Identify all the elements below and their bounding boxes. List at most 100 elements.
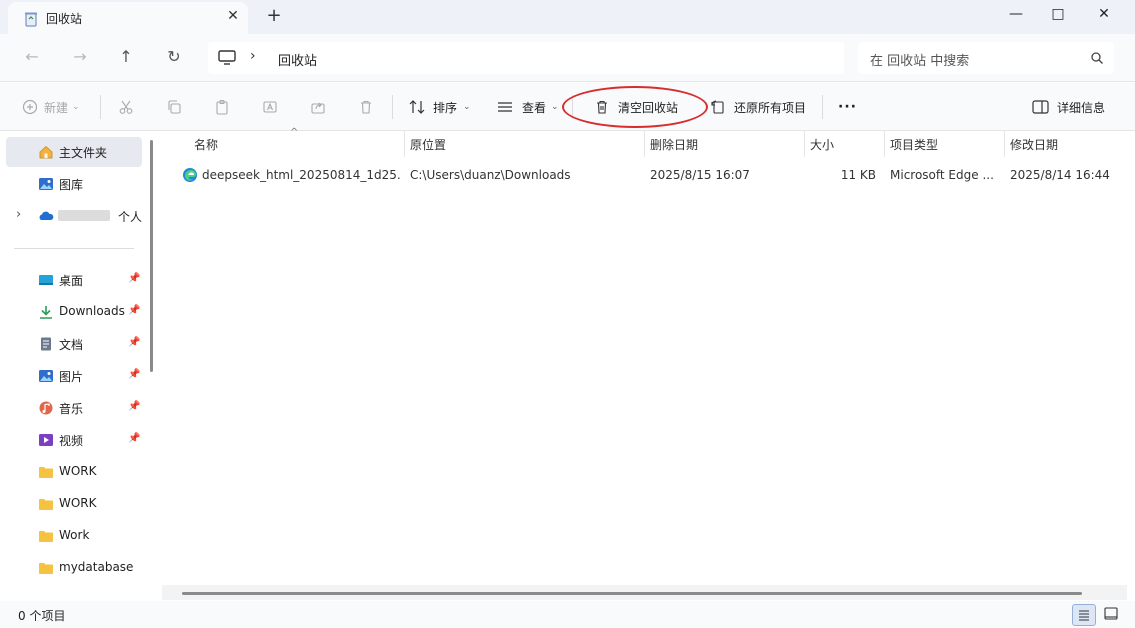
empty-recycle-bin-button[interactable]: 清空回收站 bbox=[594, 95, 678, 119]
column-date-modified[interactable]: 修改日期 bbox=[1010, 136, 1058, 153]
tab-close-icon[interactable]: ✕ bbox=[224, 8, 242, 24]
chevron-down-icon: ⌄ bbox=[72, 102, 80, 112]
paste-button[interactable] bbox=[214, 95, 230, 119]
gallery-icon bbox=[39, 178, 53, 190]
column-item-type[interactable]: 项目类型 bbox=[890, 136, 938, 153]
sidebar-item-label: 个人 bbox=[118, 210, 143, 224]
details-label: 详细信息 bbox=[1057, 100, 1106, 115]
new-button[interactable]: 新建 ⌄ bbox=[22, 95, 80, 119]
horizontal-scrollbar[interactable] bbox=[182, 592, 1082, 595]
table-row[interactable]: deepseek_html_20250814_1d25... C:\Users\… bbox=[176, 163, 1126, 187]
column-original-location[interactable]: 原位置 bbox=[410, 136, 446, 153]
sidebar-item-label: 图库 bbox=[59, 178, 84, 192]
search-input[interactable]: 在 回收站 中搜索 bbox=[870, 50, 969, 69]
sidebar-scrollbar[interactable] bbox=[150, 140, 153, 372]
column-divider[interactable] bbox=[884, 131, 885, 157]
breadcrumb-separator[interactable]: › bbox=[250, 48, 256, 64]
sidebar-item-documents[interactable]: 文档 📌 bbox=[6, 329, 142, 359]
restore-all-button[interactable]: 还原所有项目 bbox=[710, 95, 806, 119]
rename-icon bbox=[263, 101, 277, 113]
sidebar-item-work-2[interactable]: WORK bbox=[6, 489, 142, 519]
details-pane-button[interactable]: 详细信息 bbox=[1032, 95, 1105, 119]
video-icon bbox=[39, 434, 53, 446]
forward-button[interactable]: → bbox=[66, 46, 94, 70]
column-size[interactable]: 大小 bbox=[810, 136, 834, 153]
toolbar-divider bbox=[100, 95, 101, 119]
share-icon bbox=[311, 102, 325, 114]
sort-icon bbox=[409, 100, 425, 114]
pin-icon[interactable]: 📌 bbox=[128, 369, 140, 380]
sidebar-item-label: Downloads bbox=[59, 304, 125, 318]
onedrive-icon bbox=[39, 211, 54, 220]
sidebar-item-pictures[interactable]: 图片 📌 bbox=[6, 361, 142, 391]
pin-icon[interactable]: 📌 bbox=[128, 305, 140, 316]
breadcrumb-location[interactable]: 回收站 bbox=[278, 50, 317, 69]
sidebar-item-desktop[interactable]: 桌面 📌 bbox=[6, 265, 142, 295]
file-name[interactable]: deepseek_html_20250814_1d25... bbox=[202, 168, 402, 182]
toolbar-divider bbox=[392, 95, 393, 119]
sidebar-item-music[interactable]: 音乐 📌 bbox=[6, 393, 142, 423]
large-icons-view-button[interactable] bbox=[1100, 604, 1124, 626]
up-button[interactable]: ↑ bbox=[112, 46, 140, 70]
details-view-button[interactable] bbox=[1072, 604, 1096, 626]
column-date-deleted[interactable]: 删除日期 bbox=[650, 136, 698, 153]
column-name[interactable]: 名称 bbox=[194, 136, 218, 153]
delete-button[interactable] bbox=[358, 95, 374, 119]
new-tab-button[interactable]: + bbox=[262, 6, 286, 28]
breadcrumb[interactable]: › 回收站 bbox=[208, 42, 844, 74]
restore-all-label: 还原所有项目 bbox=[734, 100, 807, 115]
view-lines-icon bbox=[498, 102, 512, 112]
computer-icon bbox=[218, 50, 236, 65]
file-list: ^ 名称 原位置 删除日期 大小 项目类型 修改日期 deepseek_html… bbox=[162, 127, 1135, 601]
column-divider[interactable] bbox=[804, 131, 805, 157]
copy-icon bbox=[168, 100, 181, 114]
music-icon bbox=[39, 401, 53, 415]
sidebar-item-home[interactable]: 主文件夹 bbox=[6, 137, 142, 167]
pin-icon[interactable]: 📌 bbox=[128, 401, 140, 412]
column-header: ^ 名称 原位置 删除日期 大小 项目类型 修改日期 bbox=[162, 127, 1135, 157]
rename-button[interactable] bbox=[262, 95, 278, 119]
document-icon bbox=[41, 337, 51, 351]
tab-recycle-bin[interactable]: 回收站 ✕ bbox=[8, 2, 248, 34]
share-button[interactable] bbox=[310, 95, 326, 119]
pin-icon[interactable]: 📌 bbox=[128, 433, 140, 444]
column-divider[interactable] bbox=[404, 131, 405, 157]
sidebar-item-work-1[interactable]: WORK bbox=[6, 457, 142, 487]
sidebar-item-onedrive[interactable]: › 个人 bbox=[6, 201, 142, 231]
folder-icon bbox=[39, 467, 53, 478]
file-explorer-window: 回收站 ✕ + — □ ✕ ← → ↑ ↻ › 回收站 在 回收站 中搜索 新建… bbox=[0, 0, 1135, 628]
back-button[interactable]: ← bbox=[18, 46, 46, 70]
search-icon[interactable] bbox=[1090, 51, 1104, 65]
sidebar-item-label: 视频 bbox=[59, 434, 84, 448]
sidebar-item-work-3[interactable]: Work bbox=[6, 521, 142, 551]
refresh-button[interactable]: ↻ bbox=[160, 46, 188, 70]
sidebar-item-downloads[interactable]: Downloads 📌 bbox=[6, 297, 142, 327]
copy-button[interactable] bbox=[166, 95, 182, 119]
sidebar-item-mydatabase[interactable]: mydatabase bbox=[6, 553, 142, 583]
expand-arrow-icon[interactable]: › bbox=[16, 207, 21, 222]
sort-button[interactable]: 排序 ⌄ bbox=[408, 95, 471, 119]
pin-icon[interactable]: 📌 bbox=[128, 337, 140, 348]
column-divider[interactable] bbox=[1004, 131, 1005, 157]
pin-icon[interactable]: 📌 bbox=[128, 273, 140, 284]
view-button[interactable]: 查看 ⌄ bbox=[496, 95, 559, 119]
sort-ascending-icon: ^ bbox=[290, 127, 299, 138]
sidebar-item-label: 图片 bbox=[59, 370, 84, 384]
file-item-type: Microsoft Edge ... bbox=[890, 168, 994, 182]
address-bar: ← → ↑ ↻ › 回收站 在 回收站 中搜索 bbox=[0, 34, 1135, 82]
minimize-button[interactable]: — bbox=[993, 0, 1039, 30]
close-window-button[interactable]: ✕ bbox=[1081, 0, 1127, 30]
sidebar-item-label: 桌面 bbox=[59, 274, 84, 288]
plus-circle-icon bbox=[22, 99, 38, 115]
sidebar-item-videos[interactable]: 视频 📌 bbox=[6, 425, 142, 455]
column-divider[interactable] bbox=[644, 131, 645, 157]
file-original-location: C:\Users\duanz\Downloads bbox=[410, 168, 571, 182]
cut-button[interactable] bbox=[118, 95, 134, 119]
search-box[interactable]: 在 回收站 中搜索 bbox=[858, 42, 1114, 74]
sidebar-item-gallery[interactable]: 图库 bbox=[6, 169, 142, 199]
view-label: 查看 bbox=[522, 100, 547, 115]
more-options-icon[interactable]: ··· bbox=[838, 95, 857, 119]
desktop-icon bbox=[39, 275, 53, 285]
edge-file-icon bbox=[183, 168, 197, 182]
maximize-button[interactable]: □ bbox=[1035, 0, 1081, 30]
